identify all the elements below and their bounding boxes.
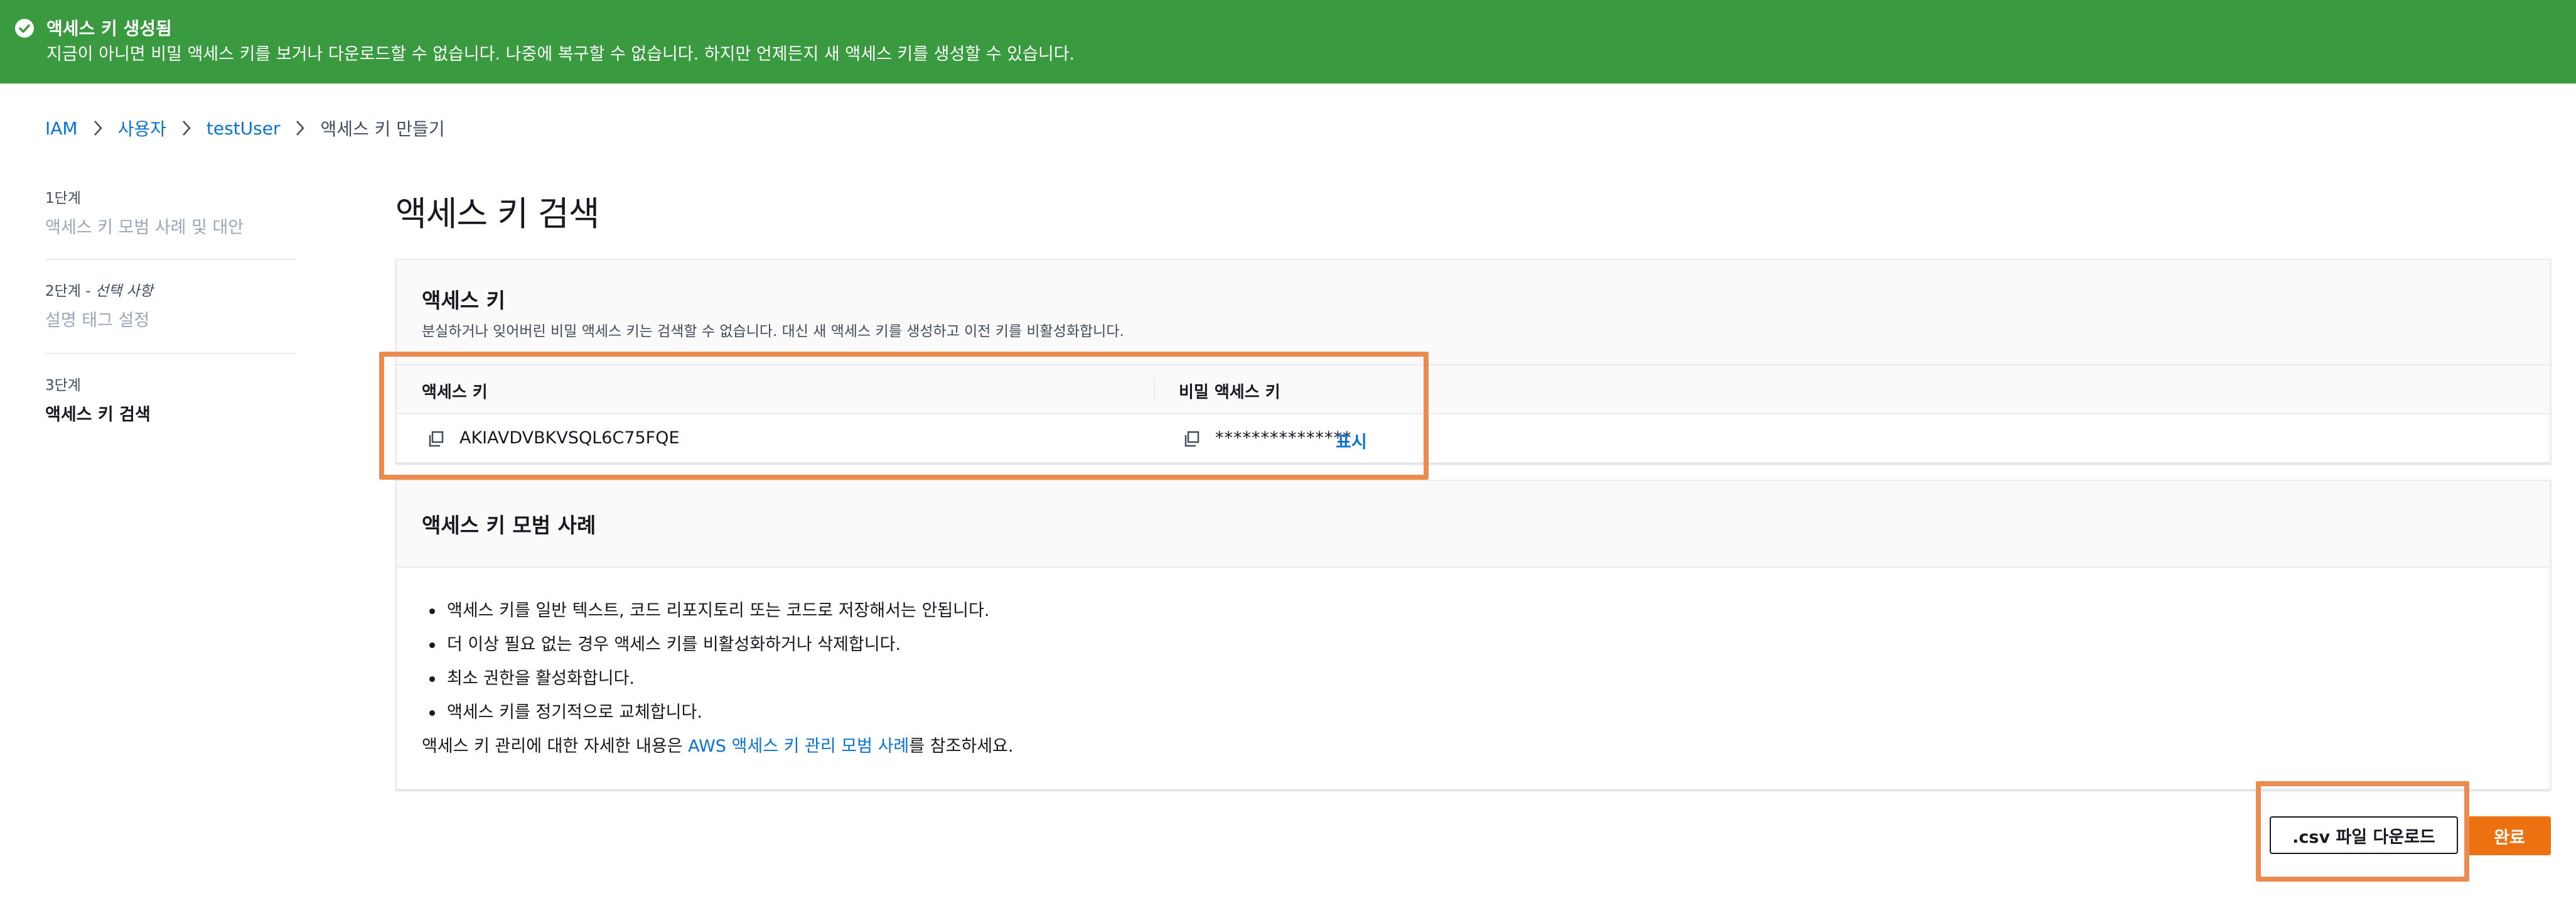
success-banner: 액세스 키 생성됨 지금이 아니면 비밀 액세스 키를 보거나 다운로드할 수 … bbox=[0, 0, 2576, 84]
best-practices-list: 액세스 키를 일반 텍스트, 코드 리포지토리 또는 코드로 저장해서는 안됩니… bbox=[422, 594, 989, 730]
chevron-right-icon bbox=[181, 120, 191, 136]
show-secret-link[interactable]: 표시 bbox=[1336, 428, 1367, 453]
copy-icon[interactable] bbox=[1183, 430, 1201, 448]
access-key-panel: 액세스 키 분실하거나 잊어버린 비밀 액세스 키는 검색할 수 없습니다. 대… bbox=[395, 259, 2551, 463]
reference-prefix: 액세스 키 관리에 대한 자세한 내용은 bbox=[422, 737, 689, 756]
secret-key-masked: *************** bbox=[1215, 428, 1352, 448]
column-divider bbox=[1154, 378, 1155, 402]
list-item: 액세스 키를 정기적으로 교체합니다. bbox=[422, 696, 989, 730]
column-secret-key: 비밀 액세스 키 bbox=[1179, 383, 1280, 402]
list-item: 액세스 키를 일반 텍스트, 코드 리포지토리 또는 코드로 저장해서는 안됩니… bbox=[422, 594, 989, 628]
breadcrumb-users[interactable]: 사용자 bbox=[118, 116, 166, 141]
chevron-right-icon bbox=[93, 120, 103, 136]
list-item: 최소 권한을 활성화합니다. bbox=[422, 662, 989, 696]
page-title: 액세스 키 검색 bbox=[395, 194, 599, 234]
step-divider bbox=[45, 353, 296, 354]
step-2-title: 설명 태그 설정 bbox=[45, 311, 150, 330]
list-item: 더 이상 필요 없는 경우 액세스 키를 비활성화하거나 삭제합니다. bbox=[422, 628, 989, 662]
step-2-number: 2단계 - 선택 사항 bbox=[45, 283, 153, 300]
column-access-key: 액세스 키 bbox=[422, 383, 488, 402]
access-key-panel-description: 분실하거나 잊어버린 비밀 액세스 키는 검색할 수 없습니다. 대신 새 액세… bbox=[422, 323, 1124, 340]
best-practices-panel-header: 액세스 키 모범 사례 bbox=[397, 481, 2550, 568]
step-2-optional: 선택 사항 bbox=[95, 283, 153, 300]
step-3-title: 액세스 키 검색 bbox=[45, 405, 151, 424]
table-row: AKIAVDVBKVSQL6C75FQE *************** 표시 bbox=[397, 414, 2550, 463]
access-key-panel-header: 액세스 키 분실하거나 잊어버린 비밀 액세스 키는 검색할 수 없습니다. 대… bbox=[397, 260, 2550, 365]
breadcrumb-iam[interactable]: IAM bbox=[45, 118, 78, 139]
check-circle-icon bbox=[15, 19, 34, 38]
access-key-panel-title: 액세스 키 bbox=[422, 288, 505, 313]
best-practices-panel-title: 액세스 키 모범 사례 bbox=[422, 513, 596, 538]
breadcrumb: IAM 사용자 testUser 액세스 키 만들기 bbox=[45, 116, 445, 141]
access-key-table-header: 액세스 키 비밀 액세스 키 bbox=[397, 365, 2550, 414]
done-button[interactable]: 완료 bbox=[2468, 816, 2551, 855]
step-1: 1단계 액세스 키 모범 사례 및 대안 bbox=[45, 186, 296, 238]
banner-message: 지금이 아니면 비밀 액세스 키를 보거나 다운로드할 수 없습니다. 나중에 … bbox=[46, 45, 1075, 64]
best-practices-panel: 액세스 키 모범 사례 액세스 키를 일반 텍스트, 코드 리포지토리 또는 코… bbox=[395, 480, 2551, 790]
reference-suffix: 를 참조하세요. bbox=[909, 737, 1014, 756]
banner-title: 액세스 키 생성됨 bbox=[46, 18, 172, 39]
copy-icon[interactable] bbox=[427, 430, 446, 448]
chevron-right-icon bbox=[295, 120, 305, 136]
breadcrumb-testuser[interactable]: testUser bbox=[207, 118, 281, 139]
step-divider bbox=[45, 259, 296, 260]
step-3: 3단계 액세스 키 검색 bbox=[45, 373, 296, 425]
download-csv-button[interactable]: .csv 파일 다운로드 bbox=[2270, 816, 2458, 854]
step-1-title: 액세스 키 모범 사례 및 대안 bbox=[45, 218, 244, 237]
best-practices-link[interactable]: AWS 액세스 키 관리 모범 사례 bbox=[688, 737, 909, 756]
step-1-number: 1단계 bbox=[45, 190, 81, 207]
step-3-number: 3단계 bbox=[45, 377, 81, 394]
breadcrumb-current: 액세스 키 만들기 bbox=[320, 119, 445, 139]
step-2: 2단계 - 선택 사항 설명 태그 설정 bbox=[45, 279, 296, 331]
access-key-value: AKIAVDVBKVSQL6C75FQE bbox=[459, 428, 680, 448]
reference-text: 액세스 키 관리에 대한 자세한 내용은 AWS 액세스 키 관리 모범 사례를… bbox=[422, 732, 1013, 757]
